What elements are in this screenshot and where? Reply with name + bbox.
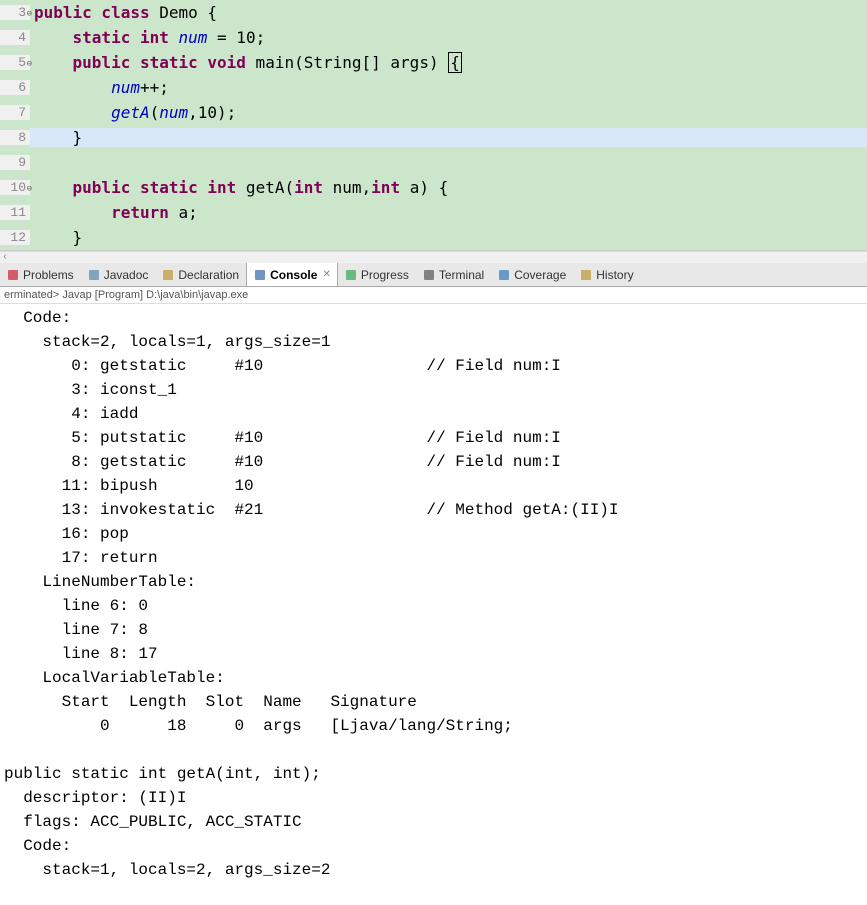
declaration-icon — [161, 268, 175, 282]
gutter-line-number: 4 — [0, 30, 30, 45]
gutter-line-number: 12 — [0, 230, 30, 245]
editor-horizontal-scrollbar[interactable] — [0, 251, 867, 263]
console-icon — [253, 268, 267, 282]
tab-progress[interactable]: Progress — [338, 263, 416, 286]
history-icon — [579, 268, 593, 282]
code-line[interactable]: 6 num++; — [0, 75, 867, 100]
code-line[interactable]: 8 } — [0, 125, 867, 150]
tab-label: Problems — [23, 268, 74, 282]
fold-icon[interactable]: ⊖ — [27, 9, 32, 19]
tab-javadoc[interactable]: Javadoc — [81, 263, 156, 286]
code-content[interactable]: } — [30, 128, 867, 147]
tab-label: Declaration — [178, 268, 239, 282]
progress-icon — [344, 268, 358, 282]
gutter-line-number: 5⊖ — [0, 55, 30, 70]
fold-icon[interactable]: ⊖ — [27, 59, 32, 69]
code-editor[interactable]: 3⊖public class Demo {4 static int num = … — [0, 0, 867, 251]
code-content[interactable]: num++; — [30, 78, 867, 97]
gutter-line-number: 8 — [0, 130, 30, 145]
tab-label: Coverage — [514, 268, 566, 282]
tab-terminal[interactable]: Terminal — [416, 263, 491, 286]
gutter-line-number: 3⊖ — [0, 5, 30, 20]
fold-icon[interactable]: ⊖ — [27, 184, 32, 194]
tab-coverage[interactable]: Coverage — [491, 263, 573, 286]
code-content[interactable]: static int num = 10; — [30, 28, 867, 47]
code-content[interactable]: public class Demo { — [30, 3, 867, 22]
code-content[interactable]: public static void main(String[] args) { — [30, 53, 867, 72]
code-line[interactable]: 4 static int num = 10; — [0, 25, 867, 50]
tab-declaration[interactable]: Declaration — [155, 263, 246, 286]
gutter-line-number: 9 — [0, 155, 30, 170]
code-content[interactable]: } — [30, 228, 867, 247]
code-line[interactable]: 9 — [0, 150, 867, 175]
gutter-line-number: 10⊖ — [0, 180, 30, 195]
code-line[interactable]: 10⊖ public static int getA(int num,int a… — [0, 175, 867, 200]
code-content[interactable]: public static int getA(int num,int a) { — [30, 178, 867, 197]
console-output[interactable]: Code: stack=2, locals=1, args_size=1 0: … — [0, 304, 867, 884]
terminal-icon — [422, 268, 436, 282]
tab-label: Console — [270, 268, 317, 282]
code-line[interactable]: 5⊖ public static void main(String[] args… — [0, 50, 867, 75]
close-icon[interactable]: ✕ — [322, 269, 330, 280]
code-line[interactable]: 12 } — [0, 225, 867, 250]
tab-history[interactable]: History — [573, 263, 640, 286]
gutter-line-number: 7 — [0, 105, 30, 120]
problems-icon — [6, 268, 20, 282]
tab-label: Terminal — [439, 268, 484, 282]
code-line[interactable]: 11 return a; — [0, 200, 867, 225]
code-line[interactable]: 7 getA(num,10); — [0, 100, 867, 125]
code-content[interactable]: getA(num,10); — [30, 103, 867, 122]
tab-label: History — [596, 268, 633, 282]
javadoc-icon — [87, 268, 101, 282]
tab-label: Javadoc — [104, 268, 149, 282]
coverage-icon — [497, 268, 511, 282]
gutter-line-number: 11 — [0, 205, 30, 220]
code-line[interactable]: 3⊖public class Demo { — [0, 0, 867, 25]
tab-console[interactable]: Console ✕ — [246, 263, 338, 286]
panel-tabs: Problems Javadoc Declaration Console ✕ Progre… — [0, 263, 867, 287]
gutter-line-number: 6 — [0, 80, 30, 95]
code-content[interactable]: return a; — [30, 203, 867, 222]
tab-problems[interactable]: Problems — [0, 263, 81, 286]
tab-label: Progress — [361, 268, 409, 282]
console-status-line: erminated> Javap [Program] D:\java\bin\j… — [0, 287, 867, 304]
